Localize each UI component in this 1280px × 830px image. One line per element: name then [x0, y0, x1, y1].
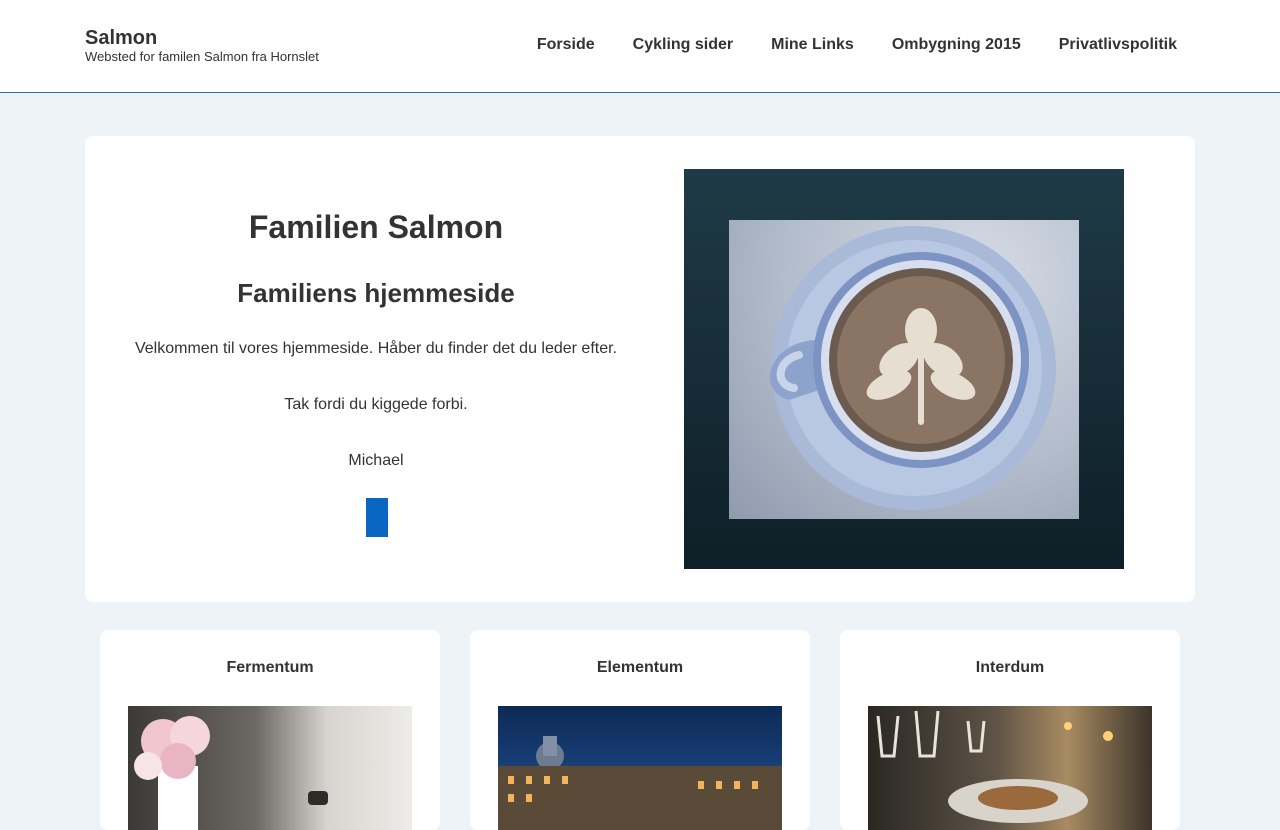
site-header: Salmon Websted for familen Salmon fra Ho…: [0, 0, 1280, 93]
brand: Salmon Websted for familen Salmon fra Ho…: [85, 27, 319, 65]
thanks-text: Tak fordi du kiggede forbi.: [284, 396, 468, 413]
card-title[interactable]: Interdum: [840, 658, 1180, 678]
feature-card-interdum: Interdum: [840, 630, 1180, 830]
card-title[interactable]: Elementum: [470, 658, 810, 678]
welcome-text: Velkommen til vores hjemmeside. Håber du…: [134, 340, 618, 357]
feature-card-elementum: Elementum: [470, 630, 810, 830]
flowers-image[interactable]: [128, 706, 412, 830]
hero-card: Familien Salmon Familiens hjemmeside Vel…: [85, 136, 1195, 602]
main-nav: Forside Cykling sider Mine Links Ombygni…: [518, 35, 1177, 55]
nav-item-mine-links[interactable]: Mine Links: [752, 35, 873, 55]
signature-text: Michael: [348, 452, 404, 469]
coffee-latte-image: [729, 220, 1079, 519]
nav-item-ombygning-2015[interactable]: Ombygning 2015: [873, 35, 1040, 55]
hero-subtitle: Familiens hjemmeside: [237, 278, 515, 308]
feature-card-fermentum: Fermentum: [100, 630, 440, 830]
nav-item-forside[interactable]: Forside: [518, 35, 614, 55]
card-title[interactable]: Fermentum: [100, 658, 440, 678]
site-tagline: Websted for familen Salmon fra Hornslet: [85, 49, 319, 64]
nav-item-cykling-sider[interactable]: Cykling sider: [614, 35, 752, 55]
city-night-image[interactable]: [498, 706, 782, 830]
hero-text: Familien Salmon Familiens hjemmeside Vel…: [85, 136, 667, 602]
hero-title: Familien Salmon: [248, 209, 504, 245]
hero-image-frame: [684, 169, 1124, 569]
nav-item-privatlivspolitik[interactable]: Privatlivspolitik: [1040, 35, 1177, 55]
hero-button[interactable]: [366, 498, 388, 537]
dinner-table-image[interactable]: [868, 706, 1152, 830]
site-title[interactable]: Salmon: [85, 27, 319, 49]
